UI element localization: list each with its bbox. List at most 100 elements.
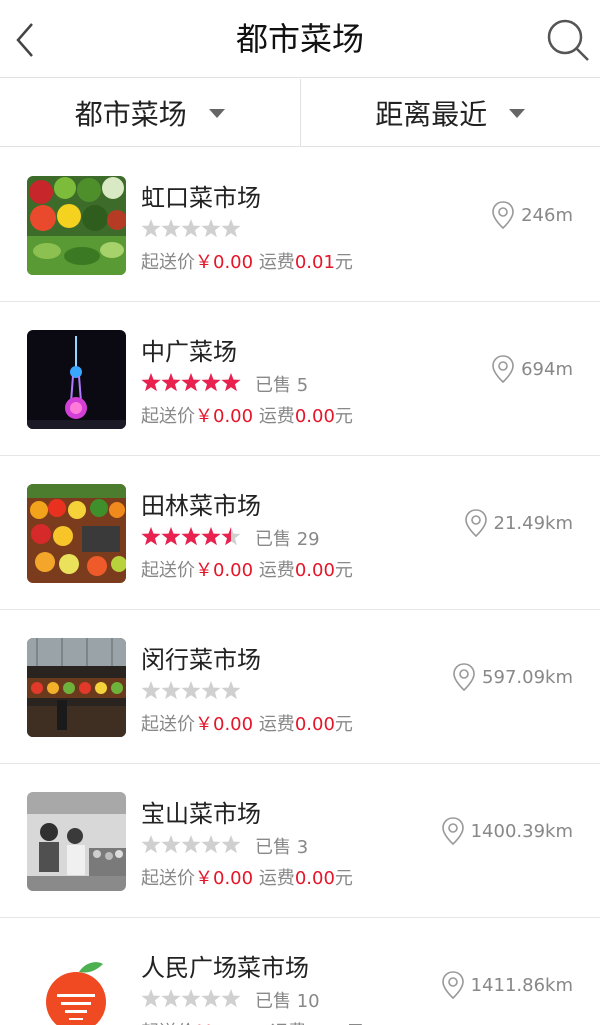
price-info: 起送价￥0.00 运费0.00元 [141,710,353,736]
distance: 1411.86km [441,970,573,1000]
search-icon[interactable] [544,16,592,64]
rating-stars [141,834,241,856]
star-icon [201,835,221,854]
rating-stars [141,988,241,1010]
shipping-label: 运费 [258,868,295,889]
star-icon [181,989,201,1008]
distance-value: 1411.86km [470,974,573,996]
market-name: 宝山菜市场 [141,800,261,828]
location-pin-icon [453,663,475,692]
currency-unit: 元 [334,714,353,735]
rating-stars [141,680,241,702]
star-icon [181,219,201,238]
distance: 21.49km [464,508,574,538]
caret-down-icon [509,109,526,118]
market-list-item[interactable]: 田林菜市场 已售 29 起送价￥0.00 运费0.00元 21.49km [0,456,600,610]
price-info: 起送价￥0.00 运费0.00元 [141,402,353,428]
location-pin-icon [492,201,514,230]
distance-value: 246m [521,204,573,226]
star-filled-icon [181,527,201,546]
market-list: 虹口菜市场 起送价￥0.00 运费0.01元 246m 中广菜场 已售 5 起送… [0,148,600,1025]
star-filled-icon [201,373,221,392]
price-info: 起送价￥10.00 运费5.00元 [141,1018,364,1025]
sort-filter-dropdown[interactable]: 距离最近 [299,79,600,146]
currency-unit: 元 [334,252,353,273]
shipping-fee: 0.00 [294,868,335,889]
min-order-label: 起送价 [141,252,195,273]
fresh-logo-thumbnail [27,946,126,1025]
star-icon [201,681,221,700]
filter-bar: 都市菜场 距离最近 [0,79,600,147]
star-icon [221,989,241,1008]
category-filter-dropdown[interactable]: 都市菜场 [0,79,300,146]
star-icon [141,989,161,1008]
currency-unit: 元 [334,406,353,427]
currency-unit: 元 [334,560,353,581]
sold-count: 已售 5 [255,375,309,396]
star-filled-icon [201,527,221,546]
star-icon [181,835,201,854]
market-list-item[interactable]: 中广菜场 已售 5 起送价￥0.00 运费0.00元 694m [0,302,600,456]
market-list-item[interactable]: 人民广场菜市场 已售 10 起送价￥10.00 运费5.00元 1411.86k… [0,918,600,1025]
star-icon [161,835,181,854]
min-order-label: 起送价 [141,714,195,735]
vegetables-stall-thumbnail [27,176,126,275]
market-list-item[interactable]: 闵行菜市场 起送价￥0.00 运费0.00元 597.09km [0,610,600,764]
star-icon [221,681,241,700]
shipping-label: 运费 [258,406,295,427]
min-order-price: ￥0.00 [195,252,254,273]
market-name: 人民广场菜市场 [141,954,309,982]
market-hall-thumbnail [27,638,126,737]
shipping-label: 运费 [258,560,295,581]
star-filled-icon [161,373,181,392]
shipping-fee: 0.00 [294,714,335,735]
rating-stars [141,218,241,240]
star-filled-icon [181,373,201,392]
min-order-label: 起送价 [141,560,195,581]
star-icon [141,219,161,238]
star-filled-icon [141,527,161,546]
distance-value: 21.49km [493,512,574,534]
min-order-price: ￥0.00 [195,406,254,427]
shipping-label: 运费 [258,714,295,735]
fruit-stall-thumbnail [27,484,126,583]
price-info: 起送价￥0.00 运费0.00元 [141,556,353,582]
star-icon [161,681,181,700]
distance-value: 694m [521,358,573,380]
star-filled-icon [141,373,161,392]
star-icon [201,989,221,1008]
market-name: 中广菜场 [141,338,237,366]
location-pin-icon [441,971,464,1000]
min-order-label: 起送价 [141,406,195,427]
price-info: 起送价￥0.00 运费0.01元 [141,248,353,274]
distance-value: 1400.39km [470,820,573,842]
star-icon [141,681,161,700]
star-icon [221,835,241,854]
star-icon [161,219,181,238]
distance-value: 597.09km [482,666,573,688]
sold-count: 已售 29 [255,529,320,550]
star-icon [181,681,201,700]
sold-count: 已售 10 [255,991,320,1012]
min-order-price: ￥0.00 [195,714,254,735]
star-icon [141,835,161,854]
min-order-label: 起送价 [141,868,195,889]
location-pin-icon [492,355,514,384]
rating-stars [141,526,241,548]
market-list-item[interactable]: 虹口菜市场 起送价￥0.00 运费0.01元 246m [0,148,600,302]
sort-filter-label: 距离最近 [375,97,488,131]
min-order-price: ￥0.00 [195,560,254,581]
star-icon [221,219,241,238]
shipping-fee: 0.00 [294,406,335,427]
shipping-fee: 0.01 [294,252,335,273]
market-name: 闵行菜市场 [141,646,261,674]
distance: 694m [491,354,573,384]
market-list-item[interactable]: 宝山菜市场 已售 3 起送价￥0.00 运费0.00元 1400.39km [0,764,600,918]
category-filter-label: 都市菜场 [74,97,187,131]
star-icon [201,219,221,238]
star-filled-icon [161,527,181,546]
distance: 246m [491,200,573,230]
market-name: 田林菜市场 [141,492,261,520]
bw-market-thumbnail [27,792,126,891]
star-filled-icon [221,373,241,392]
